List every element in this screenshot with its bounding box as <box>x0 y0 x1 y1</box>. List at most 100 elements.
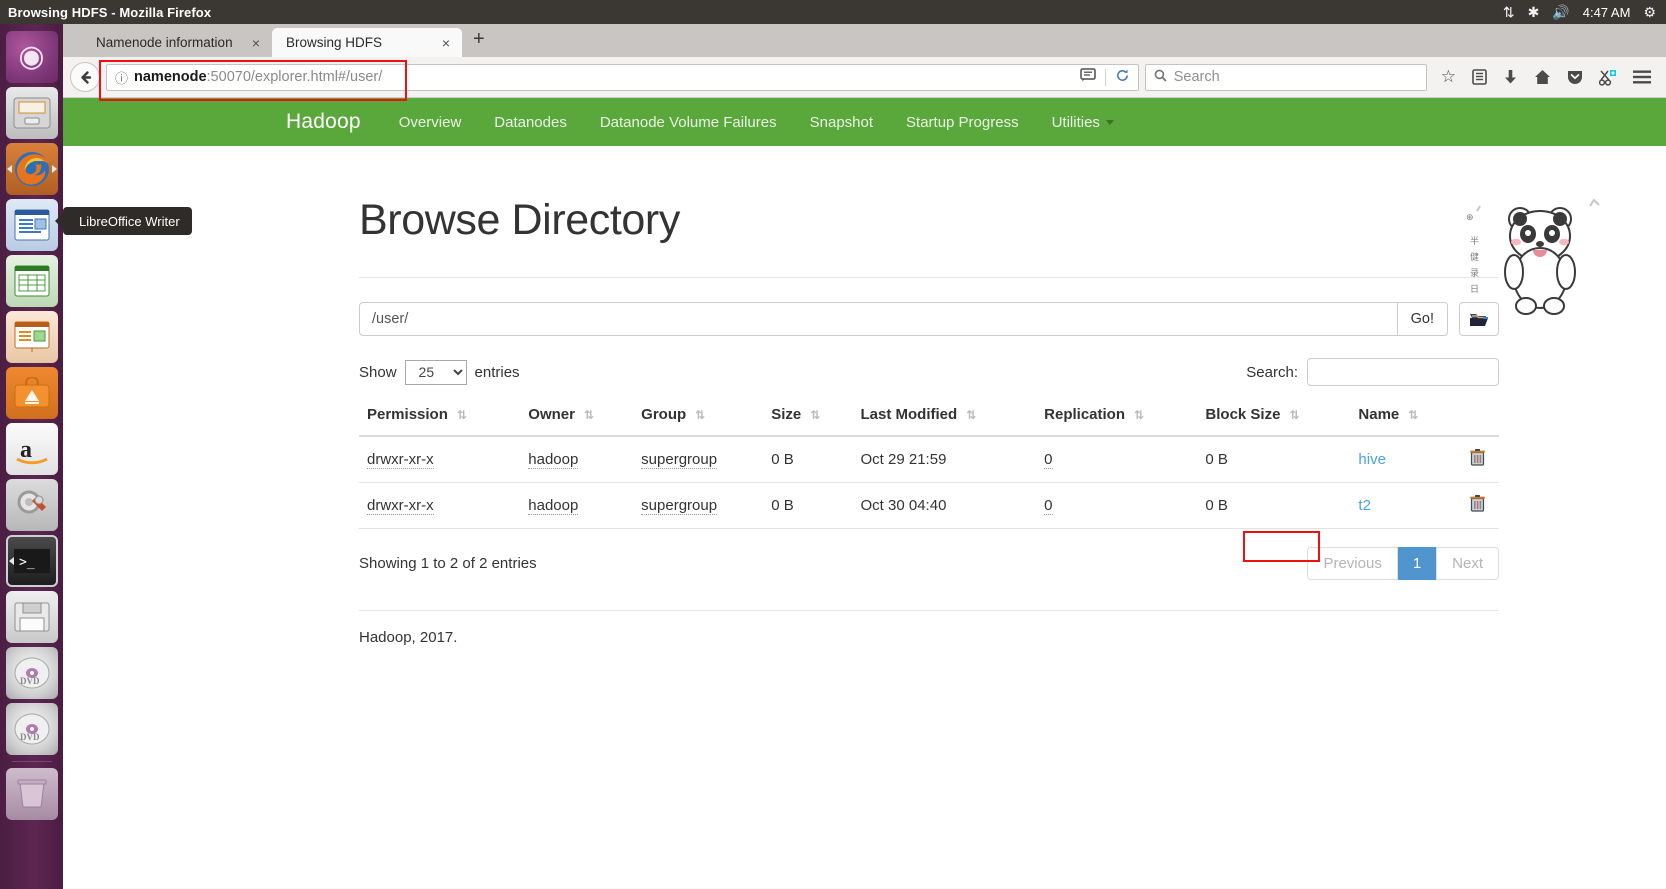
launcher-divider <box>11 761 52 762</box>
new-tab-button[interactable]: + <box>462 29 496 51</box>
power-gear-icon[interactable]: ⚙ <box>1643 5 1656 19</box>
table-row[interactable]: drwxr-xr-x hadoop supergroup 0 B Oct 30 … <box>359 482 1499 529</box>
back-arrow-icon[interactable] <box>70 62 100 92</box>
launcher-item-libreoffice-calc[interactable] <box>5 255 58 307</box>
tab-namenode-information[interactable]: Namenode information × <box>82 28 272 57</box>
column-header-size[interactable]: Size ⇅ <box>763 400 853 437</box>
column-header-permission[interactable]: Permission ⇅ <box>359 400 521 437</box>
cell-owner[interactable]: hadoop <box>520 436 634 483</box>
star-icon[interactable]: ☆ <box>1433 67 1464 87</box>
hadoop-brand[interactable]: Hadoop <box>286 110 361 134</box>
firefox-window: Namenode information × Browsing HDFS × +… <box>63 24 1666 889</box>
page-length-select[interactable]: 25 <box>404 359 467 385</box>
table-head: Permission ⇅ Owner ⇅ Group ⇅ Size ⇅ Last Mod… <box>359 400 1499 437</box>
table-body: drwxr-xr-x hadoop supergroup 0 B Oct 29 … <box>359 436 1499 529</box>
nav-item-utilities[interactable]: Utilities <box>1052 114 1114 131</box>
launcher-item-libreoffice-impress[interactable] <box>5 311 58 363</box>
reload-icon[interactable] <box>1115 68 1130 87</box>
footer-divider <box>359 610 1499 611</box>
column-header-name[interactable]: Name ⇅ <box>1350 400 1456 437</box>
cell-replication[interactable]: 0 <box>1036 436 1198 483</box>
cell-size: 0 B <box>763 436 853 483</box>
reader-mode-icon[interactable] <box>1080 68 1096 86</box>
pagination-previous[interactable]: Previous <box>1307 547 1398 580</box>
cell-permission[interactable]: drwxr-xr-x <box>359 482 521 529</box>
cell-name[interactable]: t2 <box>1350 482 1456 529</box>
home-icon[interactable] <box>1526 69 1559 85</box>
presentation-icon <box>14 321 49 352</box>
sort-icon: ⇅ <box>456 408 467 422</box>
launcher-item-amazon[interactable]: a <box>5 423 58 475</box>
pagination-page-1[interactable]: 1 <box>1397 547 1437 580</box>
screenshot-snip-icon[interactable] <box>1591 69 1625 86</box>
cell-replication[interactable]: 0 <box>1036 482 1198 529</box>
table-controls: Show 25 entries Search: <box>359 358 1499 386</box>
url-bar[interactable]: ⓘ namenode:50070/explorer.html#/user/ <box>106 63 1139 91</box>
column-header-last-modified[interactable]: Last Modified ⇅ <box>852 400 1037 437</box>
path-input[interactable]: /user/ <box>359 302 1397 336</box>
column-header-owner[interactable]: Owner ⇅ <box>520 400 634 437</box>
cell-name[interactable]: hive <box>1350 436 1456 483</box>
nav-item-datanodes[interactable]: Datanodes <box>494 114 567 131</box>
launcher-item-firefox[interactable] <box>5 143 58 195</box>
launcher-item-system-settings[interactable] <box>5 479 58 531</box>
info-circle-icon[interactable]: ⓘ <box>115 68 128 87</box>
table-info-label: Showing 1 to 2 of 2 entries <box>359 555 537 572</box>
column-header-group[interactable]: Group ⇅ <box>633 400 764 437</box>
file-link[interactable]: t2 <box>1358 497 1371 514</box>
column-header-replication[interactable]: Replication ⇅ <box>1036 400 1198 437</box>
close-icon[interactable]: × <box>248 35 264 51</box>
trash-icon[interactable] <box>1469 449 1485 466</box>
content-inner: Browse Directory /user/ Go! Show 25 entr… <box>359 196 1499 646</box>
sort-icon: ⇅ <box>810 408 820 422</box>
title-divider <box>359 277 1499 278</box>
bluetooth-icon[interactable]: ✱ <box>1528 5 1540 19</box>
trash-icon[interactable] <box>1469 495 1485 512</box>
cell-value: supergroup <box>641 497 718 515</box>
table-row[interactable]: drwxr-xr-x hadoop supergroup 0 B Oct 29 … <box>359 436 1499 483</box>
cell-delete[interactable] <box>1455 436 1499 483</box>
pocket-icon[interactable] <box>1559 69 1591 85</box>
table-header-row: Permission ⇅ Owner ⇅ Group ⇅ Size ⇅ Last Mod… <box>359 400 1499 437</box>
browse-directory-container: Browse Directory /user/ Go! Show 25 entr… <box>63 196 1666 646</box>
launcher-item-files[interactable] <box>5 87 58 139</box>
column-label: Owner <box>528 406 575 423</box>
tab-browsing-hdfs[interactable]: Browsing HDFS × <box>272 28 462 57</box>
network-updown-icon[interactable]: ⇅ <box>1503 5 1515 19</box>
launcher-item-ubuntu-dash[interactable]: ◉ <box>5 31 58 83</box>
launcher-item-disk-image[interactable] <box>5 591 58 643</box>
tab-strip: Namenode information × Browsing HDFS × + <box>63 24 1666 57</box>
go-button[interactable]: Go! <box>1396 302 1448 336</box>
search-bar[interactable]: Search <box>1144 63 1427 91</box>
cell-group[interactable]: supergroup <box>633 436 764 483</box>
cell-group[interactable]: supergroup <box>633 482 764 529</box>
launcher-item-libreoffice-writer[interactable] <box>5 199 58 251</box>
nav-item-startup-progress[interactable]: Startup Progress <box>906 114 1019 131</box>
table-search-input[interactable] <box>1307 358 1499 386</box>
hamburger-menu-icon[interactable] <box>1625 70 1659 84</box>
volume-icon[interactable]: 🔊 <box>1552 5 1569 19</box>
launcher-tooltip-label: LibreOffice Writer <box>79 213 180 229</box>
nav-item-datanode-volume-failures[interactable]: Datanode Volume Failures <box>600 114 777 131</box>
cell-delete[interactable] <box>1455 482 1499 529</box>
amazon-icon: a <box>15 437 48 465</box>
pagination-next[interactable]: Next <box>1436 547 1499 580</box>
file-link[interactable]: hive <box>1358 451 1386 468</box>
cell-value: hadoop <box>528 451 579 469</box>
nav-item-snapshot[interactable]: Snapshot <box>810 114 873 131</box>
launcher-item-software-center[interactable] <box>5 367 58 419</box>
column-header-block-size[interactable]: Block Size ⇅ <box>1197 400 1351 437</box>
clock-label[interactable]: 4:47 AM <box>1583 5 1631 20</box>
nav-item-overview[interactable]: Overview <box>399 114 462 131</box>
file-cabinet-icon <box>13 97 50 129</box>
search-placeholder-label: Search <box>1173 69 1220 85</box>
launcher-item-dvd-2[interactable]: DVD <box>5 703 58 755</box>
launcher-item-trash[interactable] <box>5 768 58 820</box>
close-icon[interactable]: × <box>438 35 454 51</box>
launcher-item-terminal[interactable]: >_ <box>5 535 58 587</box>
library-icon[interactable] <box>1464 69 1495 85</box>
cell-owner[interactable]: hadoop <box>520 482 634 529</box>
launcher-item-dvd-1[interactable]: DVD <box>5 647 58 699</box>
cell-permission[interactable]: drwxr-xr-x <box>359 436 521 483</box>
download-icon[interactable] <box>1495 69 1526 85</box>
